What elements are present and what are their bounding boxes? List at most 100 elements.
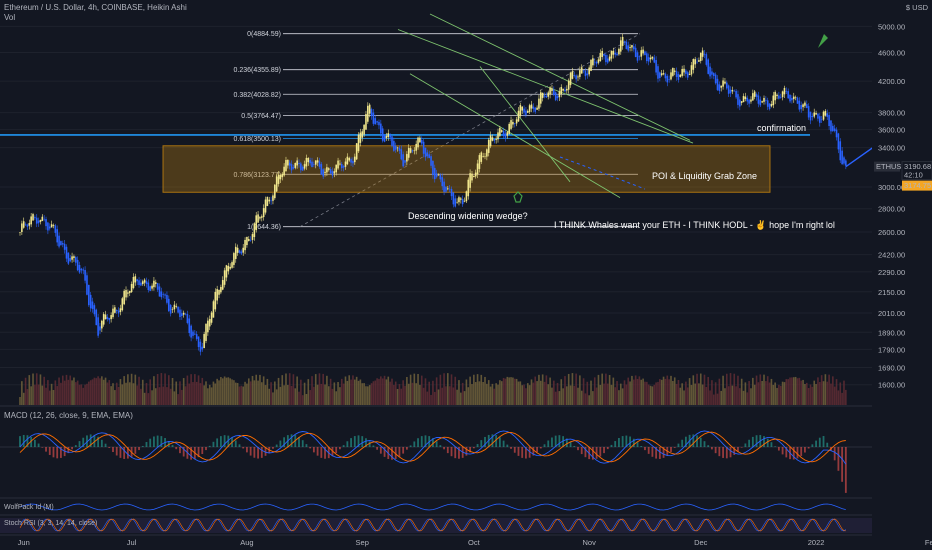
volume-bar bbox=[404, 385, 406, 405]
macd-histogram-bar bbox=[33, 439, 36, 447]
fib-level-label: 0.236(4355.89) bbox=[234, 67, 281, 74]
volume-bar bbox=[420, 375, 423, 405]
candle-body bbox=[43, 218, 45, 220]
volume-bar bbox=[580, 390, 583, 405]
macd-histogram-bar bbox=[770, 442, 773, 447]
macd-histogram-bar bbox=[37, 443, 40, 447]
macd-histogram-bar bbox=[272, 447, 274, 449]
candle-body bbox=[125, 290, 127, 298]
macd-histogram-bar bbox=[234, 440, 237, 447]
volume-bar bbox=[845, 389, 847, 405]
volume-bar bbox=[143, 392, 146, 405]
candle-body bbox=[502, 131, 505, 136]
candle-body bbox=[601, 51, 603, 57]
macd-histogram-bar bbox=[402, 447, 405, 454]
candle-body bbox=[608, 56, 611, 61]
price-axis[interactable]: 5000.00 4600.00 4200.00 3800.00 3600.00 3400.… bbox=[872, 0, 932, 550]
candle-body bbox=[845, 160, 847, 166]
candle-body bbox=[283, 166, 285, 176]
volume-bar bbox=[487, 380, 490, 405]
volume-bar bbox=[729, 373, 732, 405]
volume-bar bbox=[644, 381, 646, 405]
macd-histogram-bar bbox=[818, 437, 821, 447]
candle-body bbox=[156, 283, 159, 290]
candle-body bbox=[804, 102, 806, 106]
candle-body bbox=[177, 306, 179, 313]
volume-bar bbox=[521, 385, 523, 405]
hand-icon bbox=[513, 191, 523, 203]
candle-body bbox=[699, 52, 702, 61]
volume-bar bbox=[175, 381, 178, 405]
macd-histogram-bar bbox=[536, 447, 538, 453]
volume-bar bbox=[432, 380, 434, 405]
time-axis[interactable]: JunJulAugSepOctNovDec2022FebMarApr bbox=[18, 538, 932, 547]
volume-bar bbox=[88, 381, 90, 405]
candle-body bbox=[484, 156, 486, 158]
volume-bar bbox=[262, 376, 265, 405]
candle-body bbox=[195, 334, 198, 339]
volume-bar bbox=[807, 388, 810, 405]
wedge-annotation: Descending widening wedge? bbox=[408, 211, 528, 221]
candle-body bbox=[486, 149, 488, 157]
volume-bar bbox=[569, 385, 572, 405]
candle-body bbox=[285, 160, 287, 172]
candle-body bbox=[582, 70, 585, 72]
volume-bar bbox=[184, 386, 187, 405]
candle-body bbox=[201, 346, 204, 350]
volume-bar bbox=[95, 378, 98, 405]
volume-bar bbox=[290, 385, 293, 405]
volume-bar bbox=[456, 389, 458, 405]
candle-body bbox=[716, 78, 719, 90]
candle-body bbox=[420, 140, 423, 144]
macd-histogram-bar bbox=[744, 443, 747, 447]
macd-histogram-bar bbox=[175, 447, 178, 450]
volume-bar bbox=[646, 381, 648, 405]
candle-body bbox=[435, 173, 438, 177]
volume-bar bbox=[236, 382, 239, 405]
volume-bar bbox=[707, 377, 709, 405]
candle-body bbox=[426, 152, 429, 157]
volume-bar bbox=[119, 379, 122, 405]
volume-bar bbox=[294, 388, 297, 405]
volume-bar bbox=[739, 388, 741, 405]
candle-body bbox=[579, 70, 581, 77]
x-tick-label: Jul bbox=[127, 538, 137, 547]
volume-bar bbox=[670, 375, 672, 405]
volume-bar bbox=[233, 380, 235, 405]
candle-body bbox=[558, 91, 561, 98]
volume-bar bbox=[735, 386, 737, 405]
volume-bar bbox=[190, 374, 192, 405]
volume-bar bbox=[748, 381, 750, 405]
candle-body bbox=[48, 226, 51, 229]
candle-body bbox=[65, 246, 68, 259]
volume-bar bbox=[376, 378, 378, 405]
volume-bar bbox=[636, 378, 639, 405]
volume-bar bbox=[835, 379, 838, 405]
candle-body bbox=[194, 333, 196, 335]
volume-bar bbox=[614, 387, 616, 405]
candle-body bbox=[554, 92, 557, 101]
candle-body bbox=[212, 301, 215, 318]
volume-bar bbox=[48, 390, 51, 405]
macd-histogram-bar bbox=[629, 436, 631, 447]
macd-histogram-bar bbox=[446, 447, 449, 454]
volume-bar bbox=[350, 379, 352, 405]
volume-bar bbox=[822, 381, 825, 405]
candle-body bbox=[766, 100, 769, 107]
poi-zone[interactable]: POI & Liquidity Grab Zone bbox=[162, 145, 771, 193]
candle-body bbox=[385, 135, 388, 139]
fib-retracement[interactable]: 0(4884.59) 0.236(4355.89) 0.382(4028.82) 0.… bbox=[0, 31, 810, 231]
x-tick-label: Nov bbox=[582, 538, 596, 547]
volume-bar bbox=[495, 383, 497, 405]
x-tick-label: Feb bbox=[925, 538, 932, 547]
volume-bar bbox=[435, 377, 438, 405]
volume-bar bbox=[221, 378, 224, 405]
volume-bar bbox=[525, 388, 527, 405]
fib-level-label: 0(4884.59) bbox=[247, 31, 281, 38]
candle-body bbox=[701, 50, 704, 57]
macd-histogram-bar bbox=[766, 438, 769, 447]
candle-body bbox=[253, 223, 256, 238]
price-chart[interactable]: 0(4884.59) 0.236(4355.89) 0.382(4028.82) 0.… bbox=[0, 0, 932, 550]
volume-bar bbox=[623, 380, 626, 405]
y-tick-label: 3600.00 bbox=[878, 126, 905, 135]
